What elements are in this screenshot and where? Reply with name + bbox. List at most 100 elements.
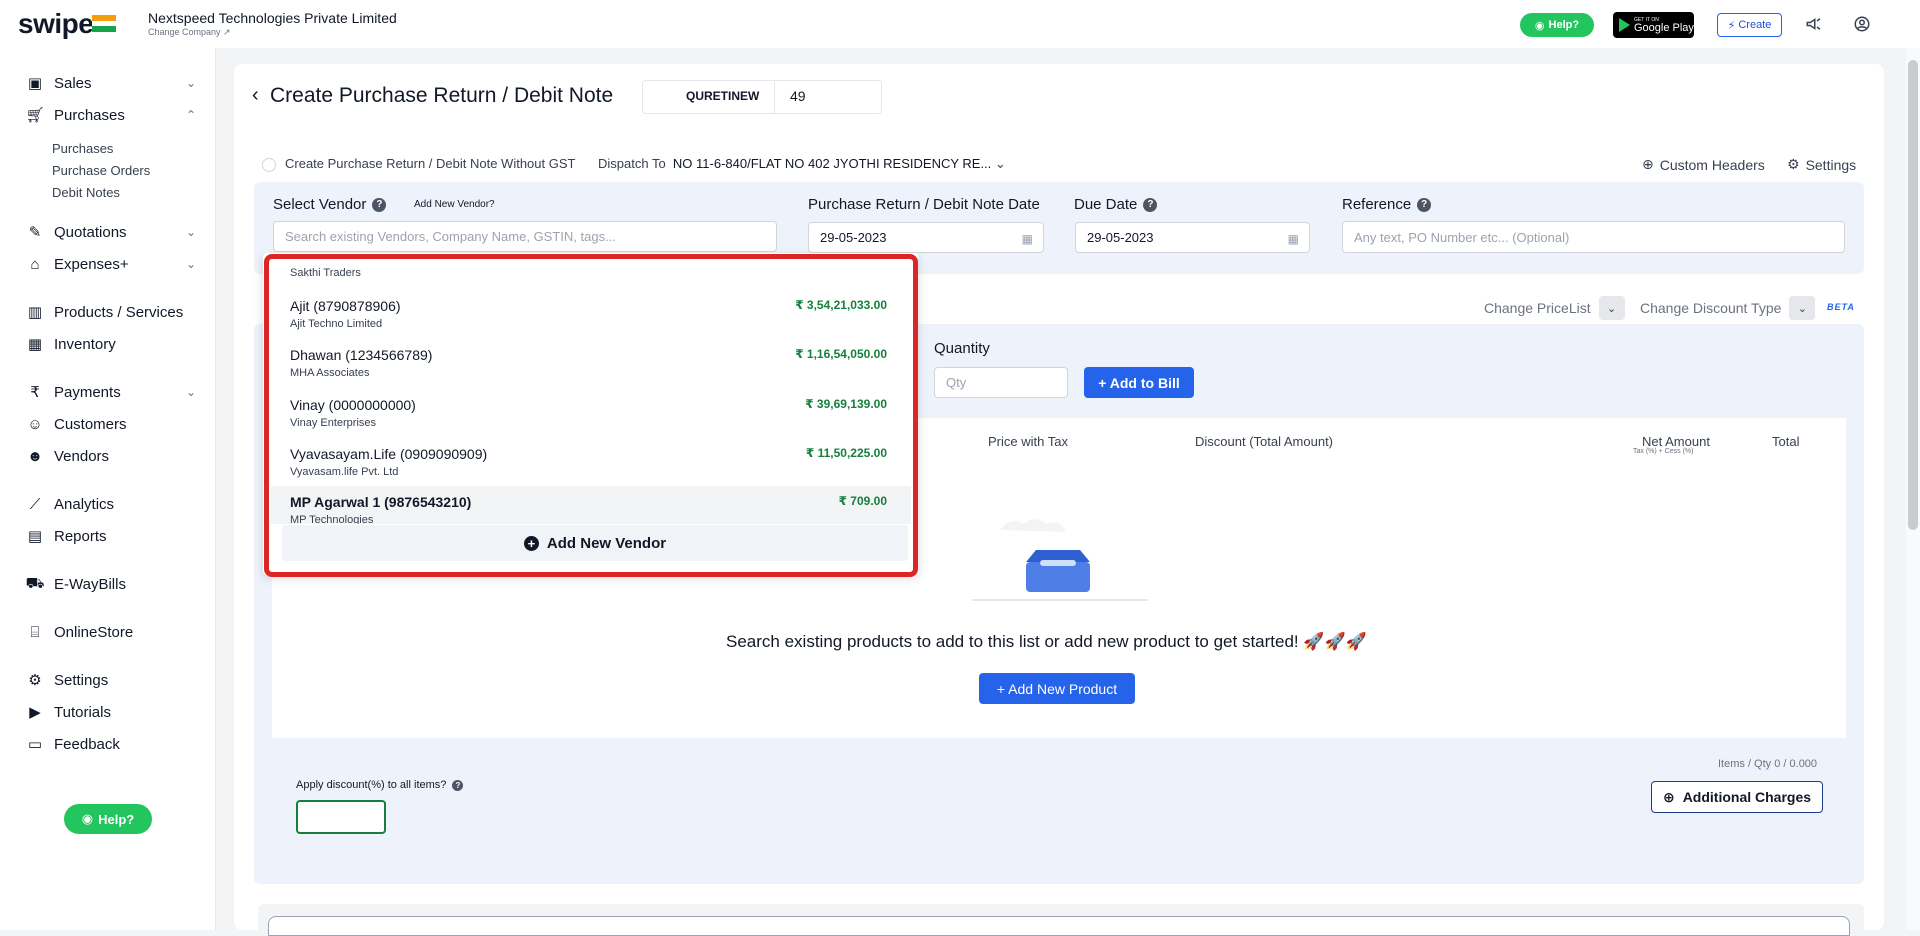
plus-circle-icon: ⊕ <box>1662 788 1675 805</box>
video-icon: ▶ <box>29 704 41 721</box>
megaphone-icon[interactable] <box>1802 12 1826 36</box>
add-new-vendor-link[interactable]: Add New Vendor? <box>414 199 495 210</box>
chevron-down-icon: ⌄ <box>185 385 196 399</box>
chevron-down-icon: ⌄ <box>185 76 196 90</box>
company-name[interactable]: Nextspeed Technologies Private Limited <box>148 10 397 26</box>
chart-icon: ⟋ <box>29 495 41 513</box>
gear-icon: ⚙ <box>1787 156 1800 172</box>
top-bar: swipe Nextspeed Technologies Private Lim… <box>0 0 1920 48</box>
document-number-field[interactable] <box>642 80 882 114</box>
sidebar-item-ewaybills[interactable]: ⛟ E-WayBills <box>26 573 196 595</box>
rupee-icon: ₹ <box>30 384 40 401</box>
change-discount-type[interactable]: Change Discount Type ⌄ <box>1640 296 1816 320</box>
quantity-label: Quantity <box>934 340 990 357</box>
whatsapp-icon: ◉ <box>1534 19 1545 32</box>
sidebar-item-products[interactable]: ▥ Products / Services <box>26 301 196 323</box>
feedback-icon: ▭ <box>27 736 43 753</box>
sidebar-item-purchases[interactable]: 🛒︎ Purchases ⌃ <box>25 104 196 126</box>
create-button[interactable]: ⚡ Create <box>1717 13 1782 37</box>
scrollbar-thumb[interactable] <box>1908 60 1918 530</box>
sidebar-item-quotations[interactable]: ✎ Quotations ⌄ <box>26 221 196 243</box>
discount-percent-input[interactable] <box>296 800 386 834</box>
add-new-product-button[interactable]: + Add New Product <box>979 673 1135 704</box>
help-icon[interactable]: ? <box>1143 197 1158 212</box>
chevron-up-icon: ⌃ <box>185 108 196 122</box>
back-chevron-icon[interactable]: ‹ <box>252 84 259 107</box>
sidebar-item-payments[interactable]: ₹ Payments ⌄ <box>26 381 196 403</box>
warehouse-icon: ▦ <box>27 336 43 353</box>
barcode-icon: ▥ <box>27 304 43 321</box>
sidebar-item-tutorials[interactable]: ▶ Tutorials <box>26 701 196 723</box>
chevron-down-icon: ⌄ <box>185 257 196 271</box>
chevron-down-icon: ⌄ <box>994 156 1006 171</box>
sidebar-item-inventory[interactable]: ▦ Inventory <box>26 333 196 355</box>
column-net-amount: Net Amount <box>1642 434 1710 449</box>
change-pricelist[interactable]: Change PriceList ⌄ <box>1484 296 1625 320</box>
settings-button[interactable]: ⚙ Settings <box>1787 156 1856 173</box>
chevron-down-icon: ⌄ <box>185 225 196 239</box>
sidebar-item-analytics[interactable]: ⟋ Analytics <box>26 493 196 515</box>
number-divider <box>774 80 775 114</box>
help-icon[interactable]: ? <box>1417 197 1432 212</box>
reference-input[interactable]: Any text, PO Number etc... (Optional) <box>1342 221 1845 253</box>
sidebar-sub-debit-notes[interactable]: Debit Notes <box>52 185 120 200</box>
notes-box[interactable] <box>268 916 1850 936</box>
column-total: Total <box>1772 434 1800 449</box>
chevron-down-icon[interactable]: ⌄ <box>1789 296 1816 320</box>
page-title: Create Purchase Return / Debit Note <box>270 84 614 107</box>
store-icon: ⌸ <box>30 623 40 641</box>
gear-icon: ⚙ <box>28 672 42 689</box>
india-flag-icon <box>92 15 116 32</box>
sidebar-sub-purchase-orders[interactable]: Purchase Orders <box>52 163 150 178</box>
beta-badge: BETA <box>1827 302 1855 312</box>
without-gst-radio[interactable] <box>262 158 276 172</box>
help-icon[interactable]: ? <box>372 197 387 212</box>
select-vendor-label: Select Vendor ? <box>273 196 387 213</box>
document-number-input[interactable]: 49 <box>790 88 806 104</box>
vendor-search-input[interactable]: Search existing Vendors, Company Name, G… <box>273 221 777 252</box>
dispatch-to-selector[interactable]: Dispatch To NO 11-6-840/FLAT NO 402 JYOT… <box>598 156 1006 172</box>
sidebar-item-onlinestore[interactable]: ⌸ OnlineStore <box>26 621 196 643</box>
calendar-icon: ▦ <box>1021 232 1033 246</box>
plus-circle-icon: ⊕ <box>1642 156 1654 172</box>
account-icon[interactable] <box>1850 12 1874 36</box>
sidebar-item-settings[interactable]: ⚙ Settings <box>26 669 196 691</box>
add-to-bill-button[interactable]: + Add to Bill <box>1084 367 1194 398</box>
sidebar-item-reports[interactable]: ▤ Reports <box>26 525 196 547</box>
document-number-prefix: QURETINEW <box>686 89 760 103</box>
calendar-icon: ▦ <box>1287 232 1299 246</box>
lightning-icon: ⚡ <box>1727 19 1736 32</box>
sidebar-item-customers[interactable]: ☺ Customers <box>26 413 196 435</box>
without-gst-label[interactable]: Create Purchase Return / Debit Note With… <box>285 156 575 171</box>
chevron-down-icon[interactable]: ⌄ <box>1598 296 1625 320</box>
change-company-link[interactable]: Change Company ↗ <box>148 27 231 38</box>
highlight-box <box>264 254 918 577</box>
reference-label: Reference ? <box>1342 196 1432 213</box>
play-store-icon <box>1619 18 1630 32</box>
sidebar-item-expenses[interactable]: ⌂ Expenses+ ⌄ <box>26 253 196 275</box>
sidebar-help-button[interactable]: ◉ Help? <box>64 804 152 834</box>
swipe-logo[interactable]: swipe <box>18 8 94 40</box>
date-label: Purchase Return / Debit Note Date <box>808 196 1040 213</box>
pen-icon: ✎ <box>28 224 42 241</box>
sidebar <box>0 48 216 930</box>
sidebar-item-vendors[interactable]: ☻ Vendors <box>26 445 196 467</box>
due-date-input[interactable]: 29-05-2023 ▦ <box>1075 222 1310 253</box>
empty-box-icon <box>972 519 1148 601</box>
sidebar-item-feedback[interactable]: ▭ Feedback <box>26 733 196 755</box>
help-button[interactable]: ◉ Help? <box>1520 13 1594 37</box>
report-icon: ▤ <box>27 528 43 545</box>
user-icon: ☺ <box>27 415 43 433</box>
column-price-with-tax: Price with Tax <box>988 434 1068 449</box>
sidebar-item-sales[interactable]: ▣ Sales ⌄ <box>26 72 196 94</box>
tag-icon: ⌂ <box>30 255 40 273</box>
help-icon[interactable]: ? <box>452 779 464 791</box>
sidebar-sub-purchases[interactable]: Purchases <box>52 141 113 156</box>
sales-icon: ▣ <box>27 75 43 92</box>
additional-charges-button[interactable]: ⊕ Additional Charges <box>1651 781 1823 813</box>
google-play-badge[interactable]: GET IT ON Google Play <box>1613 12 1694 38</box>
custom-headers-button[interactable]: ⊕ Custom Headers <box>1642 156 1765 173</box>
qty-input[interactable]: Qty <box>934 367 1068 398</box>
date-input[interactable]: 29-05-2023 ▦ <box>808 222 1044 253</box>
vendors-icon: ☻ <box>27 447 43 465</box>
